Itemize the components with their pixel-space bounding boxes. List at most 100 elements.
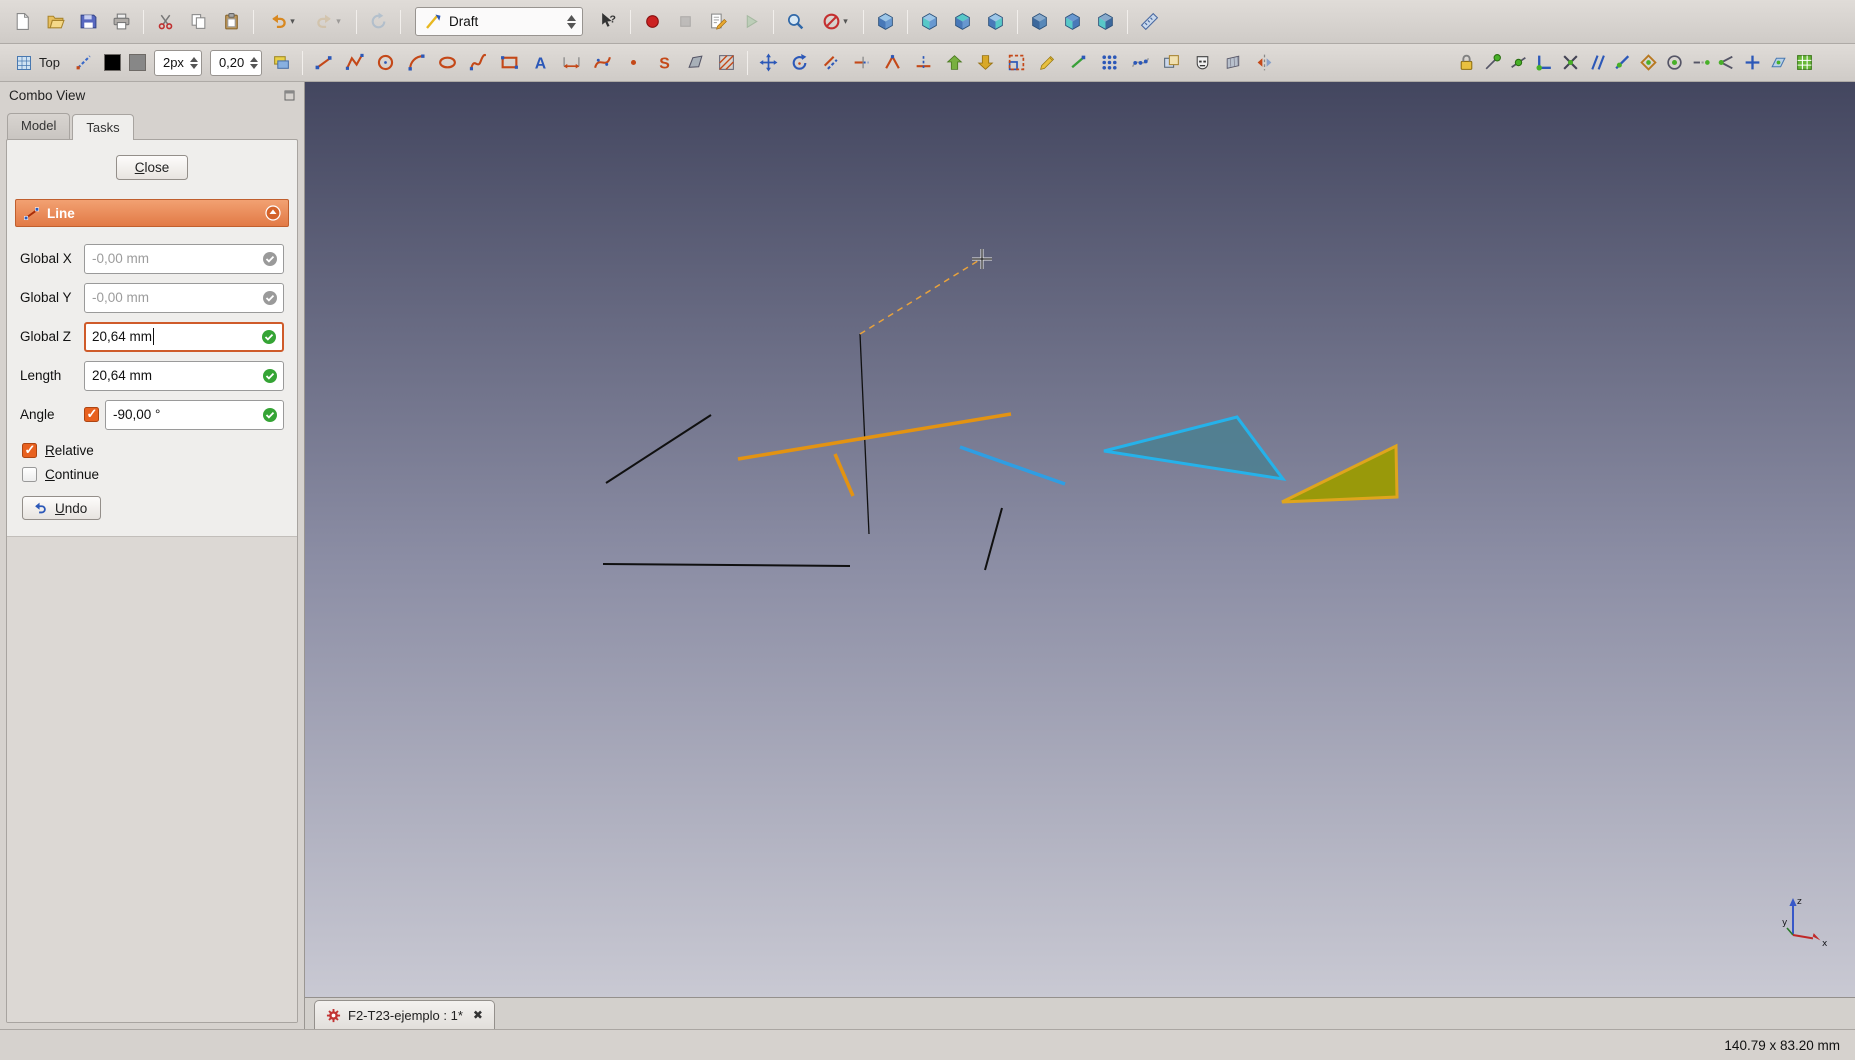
draft-join-button[interactable] <box>878 48 907 77</box>
snap-extension-button[interactable] <box>1687 49 1713 76</box>
snap-lock-button[interactable] <box>1453 49 1479 76</box>
draft-rectangle-button[interactable] <box>495 48 524 77</box>
snap-perpendicular-button[interactable] <box>1531 49 1557 76</box>
draft-circle-button[interactable] <box>371 48 400 77</box>
draft-bspline-button[interactable] <box>464 48 493 77</box>
line-width-spinbox[interactable]: 2px <box>153 49 202 76</box>
document-tab[interactable]: F2-T23-ejemplo : 1* ✖ <box>314 1000 495 1029</box>
draft-point-button[interactable] <box>619 48 648 77</box>
print-button[interactable] <box>106 5 137 38</box>
draft-offset-button[interactable] <box>816 48 845 77</box>
sketch-line-orange-short[interactable] <box>833 453 855 497</box>
snap-midpoint-button[interactable] <box>1505 49 1531 76</box>
sketch-preview-dashed-line[interactable] <box>859 258 982 335</box>
view-right-button[interactable] <box>980 5 1011 38</box>
view-bottom-button[interactable] <box>1057 5 1088 38</box>
new-document-button[interactable] <box>7 5 38 38</box>
save-document-button[interactable] <box>73 5 104 38</box>
task-header[interactable]: Line <box>15 199 289 227</box>
paste-button[interactable] <box>216 5 247 38</box>
sketch-line-black-vertical[interactable] <box>859 333 870 535</box>
line-color-swatch[interactable] <box>103 54 121 71</box>
copy-button[interactable] <box>183 5 214 38</box>
draft-ellipse-button[interactable] <box>433 48 462 77</box>
draft-upgrade-button[interactable] <box>940 48 969 77</box>
draft-shapestring-button[interactable]: S <box>650 48 679 77</box>
tab-model[interactable]: Model <box>7 113 71 139</box>
snap-parallel-button[interactable] <box>1583 49 1609 76</box>
open-document-button[interactable] <box>40 5 71 38</box>
snap-intersection-button[interactable] <box>1557 49 1583 76</box>
macro-edit-button[interactable] <box>703 5 734 38</box>
measure-distance-button[interactable] <box>1134 5 1165 38</box>
workbench-selector[interactable]: Draft <box>415 7 583 36</box>
3d-viewport[interactable]: z y x <box>305 82 1855 997</box>
refresh-button[interactable] <box>363 5 394 38</box>
draft-trimex-button[interactable] <box>847 48 876 77</box>
draft-line-button[interactable] <box>309 48 338 77</box>
snap-working-plane-button[interactable] <box>1765 49 1791 76</box>
dock-float-icon[interactable] <box>284 90 295 101</box>
snap-special-button[interactable] <box>1635 49 1661 76</box>
sketch-line-black-2[interactable] <box>984 507 1003 571</box>
draft-mirror-button[interactable] <box>1250 48 1279 77</box>
draft-subelement-button[interactable] <box>1064 48 1093 77</box>
snap-endpoint-button[interactable] <box>1479 49 1505 76</box>
draft-dimension-button[interactable] <box>557 48 586 77</box>
undo-segment-button[interactable]: Undo <box>22 496 102 520</box>
draft-clone-button[interactable] <box>1157 48 1186 77</box>
draft-text-button[interactable]: A <box>526 48 555 77</box>
tab-tasks[interactable]: Tasks <box>72 114 134 140</box>
view-left-button[interactable] <box>1090 5 1121 38</box>
view-rear-button[interactable] <box>1024 5 1055 38</box>
zoom-fit-all-button[interactable] <box>780 5 811 38</box>
draw-style-button[interactable]: ▾ <box>813 5 857 38</box>
global-x-input[interactable]: -0,00 mm <box>84 243 284 274</box>
sketch-triangle-cyan[interactable] <box>1103 415 1287 482</box>
draft-arc-button[interactable] <box>402 48 431 77</box>
sketch-line-black-1[interactable] <box>605 414 712 484</box>
draft-split-button[interactable] <box>909 48 938 77</box>
relative-checkbox[interactable] <box>22 442 37 458</box>
close-tab-icon[interactable]: ✖ <box>473 1008 483 1022</box>
draft-array-button[interactable] <box>1095 48 1124 77</box>
global-y-input[interactable]: -0,00 mm <box>84 282 284 313</box>
spinner-arrows-icon[interactable] <box>189 56 198 69</box>
length-input[interactable]: 20,64 mm <box>84 360 284 391</box>
draft-patharray-button[interactable] <box>1126 48 1155 77</box>
autogroup-button[interactable] <box>267 48 296 77</box>
spinner-arrows-icon[interactable] <box>250 56 259 69</box>
angle-input[interactable]: -90,00 ° <box>105 399 284 430</box>
text-scale-spinbox[interactable]: 0,20 <box>209 49 263 76</box>
draft-rotate-button[interactable] <box>785 48 814 77</box>
draft-hatch-button[interactable] <box>712 48 741 77</box>
view-axonometric-button[interactable] <box>870 5 901 38</box>
collapse-task-icon[interactable] <box>265 205 281 221</box>
construction-mode-button[interactable] <box>70 48 99 77</box>
view-top-button[interactable] <box>947 5 978 38</box>
draft-bezier-button[interactable] <box>588 48 617 77</box>
macro-record-button[interactable] <box>637 5 668 38</box>
close-task-button[interactable]: Close <box>115 155 189 180</box>
toggle-grid-button[interactable] <box>1791 49 1817 76</box>
continue-checkbox[interactable] <box>22 467 37 482</box>
whatsthis-button[interactable]: ? <box>593 5 624 38</box>
draft-facebinder-button[interactable] <box>681 48 710 77</box>
draft-move-button[interactable] <box>754 48 783 77</box>
draft-edit-button[interactable] <box>1033 48 1062 77</box>
draft-polyline-button[interactable] <box>340 48 369 77</box>
undo-button[interactable]: ▾ <box>260 5 304 38</box>
view-front-button[interactable] <box>914 5 945 38</box>
snap-near-button[interactable] <box>1609 49 1635 76</box>
angle-lock-checkbox[interactable] <box>84 406 99 422</box>
cut-button[interactable] <box>150 5 181 38</box>
draft-downgrade-button[interactable] <box>971 48 1000 77</box>
sketch-triangle-olive[interactable] <box>1281 443 1399 504</box>
snap-ortho-button[interactable] <box>1739 49 1765 76</box>
sketch-line-blue[interactable] <box>959 445 1066 486</box>
working-plane-button[interactable]: Top <box>6 48 69 77</box>
macro-stop-button[interactable] <box>670 5 701 38</box>
redo-button[interactable]: ▾ <box>306 5 350 38</box>
macro-play-button[interactable] <box>736 5 767 38</box>
face-color-swatch[interactable] <box>128 54 146 71</box>
